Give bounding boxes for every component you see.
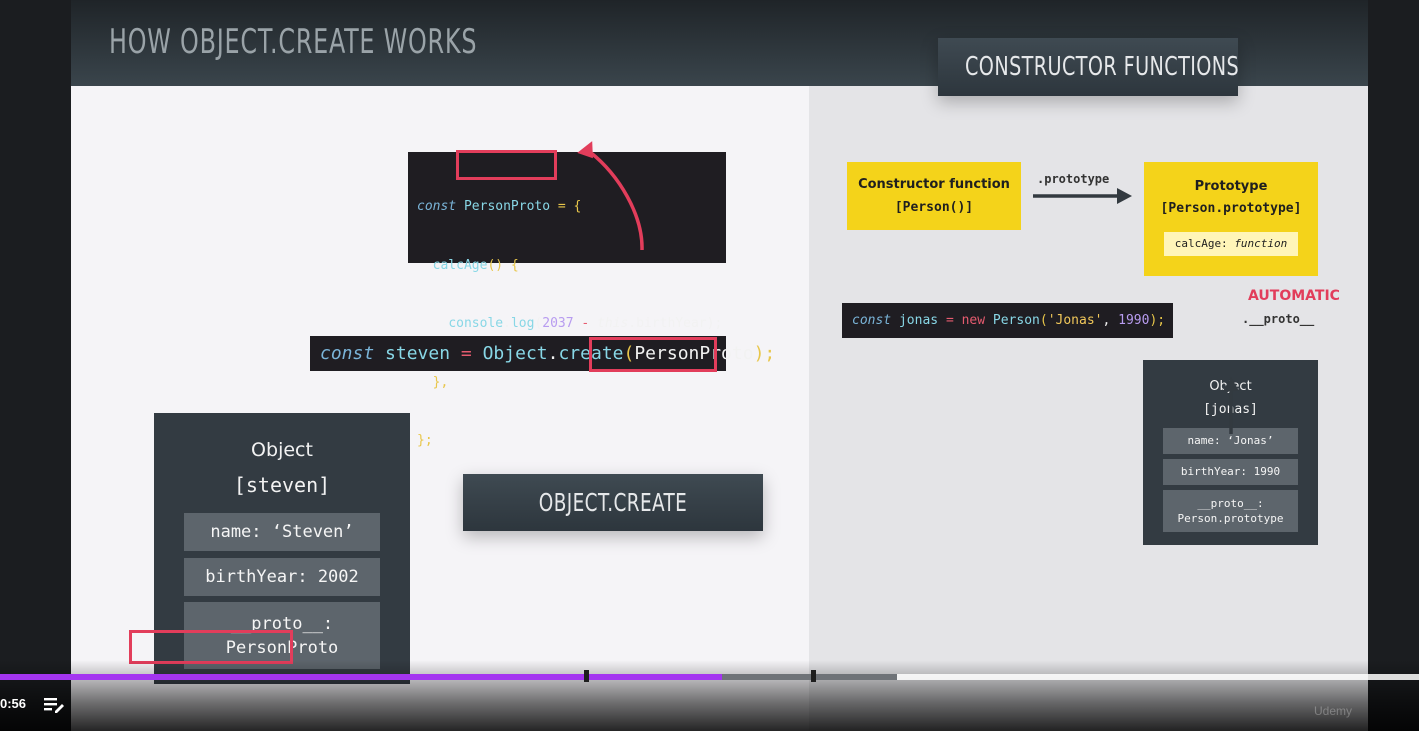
diagram-arrows xyxy=(577,141,1239,434)
chapter-marker[interactable] xyxy=(811,670,816,682)
dunder-proto-arrowhead xyxy=(1223,377,1239,391)
create-to-proto-arrow xyxy=(588,150,644,251)
current-time: 0:56 xyxy=(0,696,27,711)
lecture-slide: HOW OBJECT.CREATE WORKS const PersonProt… xyxy=(71,0,1368,731)
udemy-watermark: Udemy xyxy=(1314,704,1353,718)
chapter-marker[interactable] xyxy=(584,670,589,682)
video-player-controls: 0:56 Udemy xyxy=(0,660,1419,731)
highlight-proto-value xyxy=(129,630,293,664)
video-stage: HOW OBJECT.CREATE WORKS const PersonProt… xyxy=(0,0,1419,731)
prototype-arrowhead xyxy=(1117,188,1132,204)
playlist-edit-icon[interactable] xyxy=(42,695,66,715)
progress-played xyxy=(0,674,723,680)
